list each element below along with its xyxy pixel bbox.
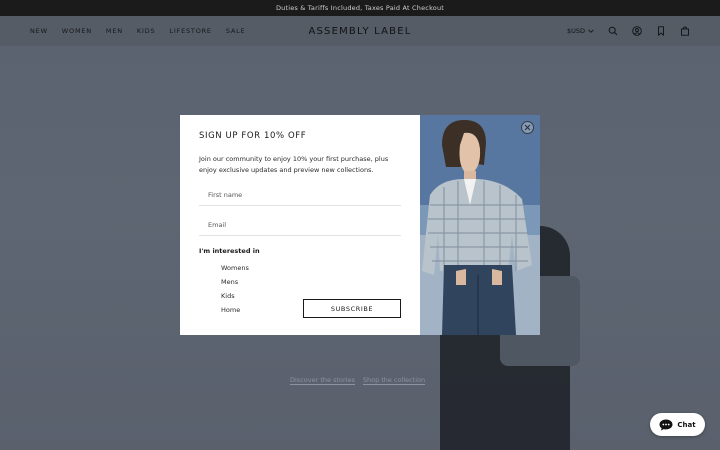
modal-title: SIGN UP FOR 10% OFF	[199, 131, 307, 141]
currency-selector[interactable]: $USD	[567, 27, 594, 35]
interest-label-home: Home	[221, 306, 241, 314]
nav-item-women[interactable]: WOMEN	[62, 27, 92, 35]
interest-checkbox-group: Womens Mens Kids Home	[208, 261, 249, 317]
interest-home[interactable]: Home	[208, 303, 249, 317]
interest-label-womens: Womens	[221, 264, 249, 272]
modal-description: Join our community to enjoy 10% your fir…	[199, 155, 389, 174]
wishlist-icon[interactable]	[656, 26, 666, 36]
main-nav: NEW WOMEN MEN KIDS LIFESTORE SALE	[30, 16, 245, 46]
signup-form: SIGN UP FOR 10% OFF Join our community t…	[180, 115, 420, 335]
close-button[interactable]	[521, 121, 534, 134]
header-actions: $USD	[567, 16, 690, 46]
chat-label: Chat	[677, 420, 696, 429]
currency-label: $USD	[566, 27, 585, 35]
checkbox[interactable]	[208, 293, 215, 300]
nav-item-men[interactable]: MEN	[106, 27, 123, 35]
chat-button[interactable]: Chat	[650, 413, 705, 436]
model-photo-illustration	[420, 115, 540, 335]
announcement-text: Duties & Tariffs Included, Taxes Paid At…	[275, 4, 445, 12]
checkbox[interactable]	[208, 265, 215, 272]
first-name-input[interactable]	[208, 190, 401, 199]
first-name-field[interactable]	[199, 184, 401, 206]
close-icon	[524, 124, 531, 131]
announcement-bar: Duties & Tariffs Included, Taxes Paid At…	[0, 0, 720, 16]
chevron-down-icon	[588, 29, 594, 33]
nav-item-lifestore[interactable]: LIFESTORE	[169, 27, 211, 35]
account-icon[interactable]	[632, 26, 642, 36]
chat-bubble-icon	[659, 419, 673, 430]
nav-item-new[interactable]: NEW	[30, 27, 48, 35]
search-icon[interactable]	[608, 26, 618, 36]
checkbox[interactable]	[208, 279, 215, 286]
shop-collection-link[interactable]: Shop the collection	[362, 376, 426, 385]
email-input[interactable]	[208, 220, 401, 229]
hero-links: Discover the stories Shop the collection	[290, 376, 426, 385]
discover-stories-link[interactable]: Discover the stories	[290, 376, 355, 385]
signup-modal: SIGN UP FOR 10% OFF Join our community t…	[180, 115, 540, 335]
interest-kids[interactable]: Kids	[208, 289, 249, 303]
nav-item-kids[interactable]: KIDS	[137, 27, 156, 35]
modal-photo	[420, 115, 540, 335]
interest-womens[interactable]: Womens	[208, 261, 249, 275]
checkbox[interactable]	[208, 307, 215, 314]
site-header: NEW WOMEN MEN KIDS LIFESTORE SALE ASSEMB…	[0, 16, 720, 46]
nav-item-sale[interactable]: SALE	[226, 27, 246, 35]
interest-label: I'm interested in	[199, 247, 260, 255]
site-logo[interactable]: ASSEMBLY LABEL	[308, 26, 411, 37]
interest-label-kids: Kids	[221, 292, 235, 300]
interest-label-mens: Mens	[221, 278, 239, 286]
email-field[interactable]	[199, 214, 401, 236]
interest-mens[interactable]: Mens	[208, 275, 249, 289]
subscribe-button[interactable]: SUBSCRIBE	[303, 299, 401, 318]
cart-icon[interactable]	[680, 26, 690, 36]
